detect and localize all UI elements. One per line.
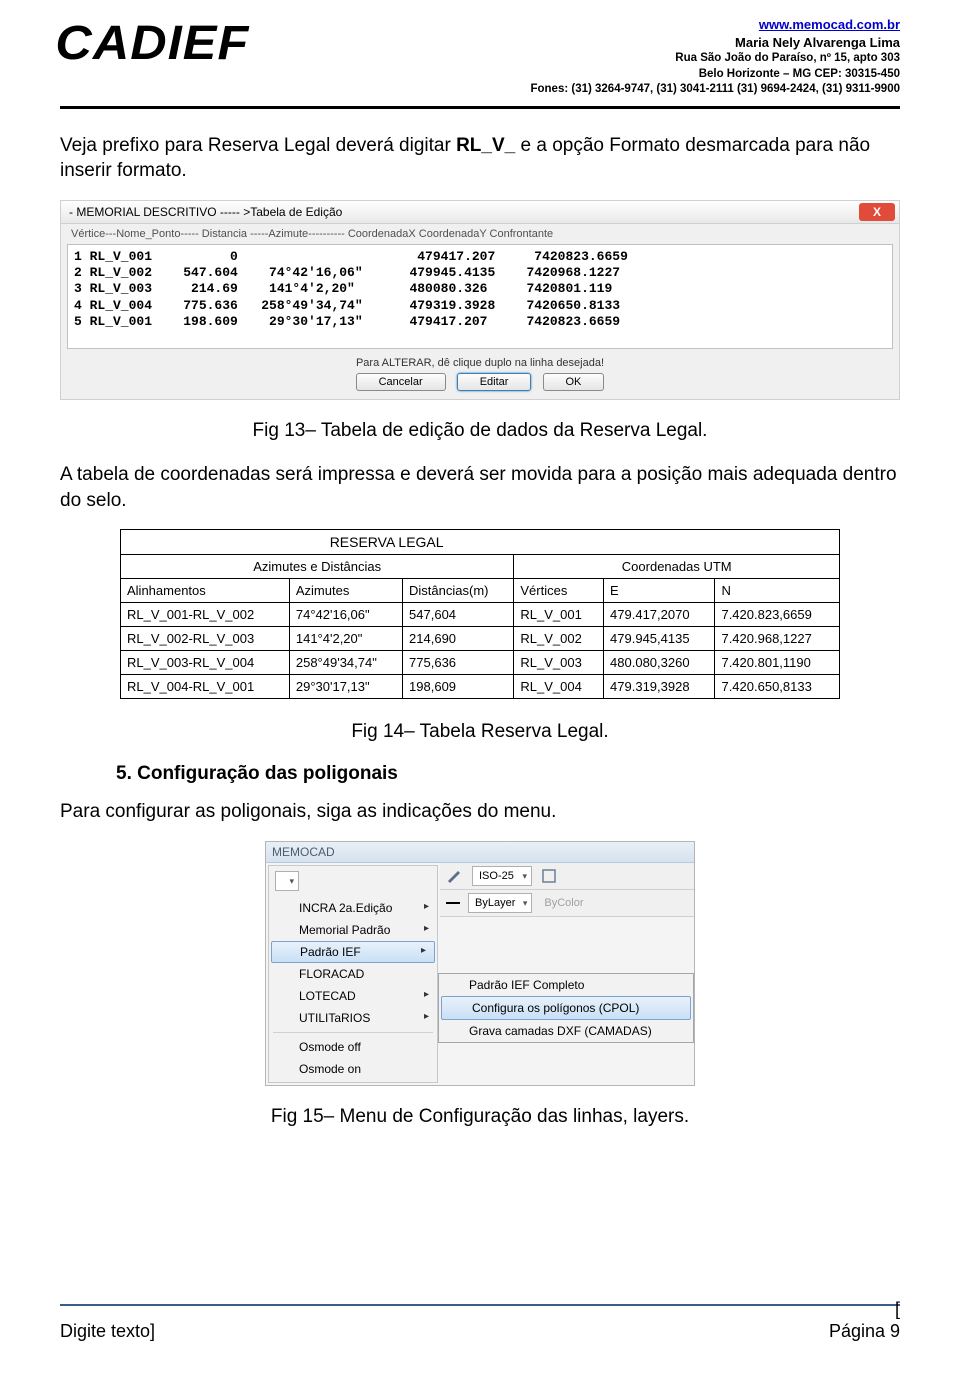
tool-icon[interactable] bbox=[540, 867, 558, 885]
submenu-item-completo[interactable]: Padrão IEF Completo bbox=[439, 974, 693, 996]
table-row: RL_V_001-RL_V_00274°42'16,06"547,604RL_V… bbox=[121, 603, 840, 627]
footer-right: Página 9 bbox=[829, 1321, 900, 1342]
rl-h1: Azimutes e Distâncias bbox=[121, 555, 514, 579]
submenu-padrao-ief: Padrão IEF Completo Configura os polígon… bbox=[438, 973, 694, 1043]
main-menu: INCRA 2a.Edição Memorial Padrão Padrão I… bbox=[268, 865, 438, 1083]
table-row[interactable]: 3 RL_V_003 214.69 141°4'2,20" 480080.326… bbox=[74, 281, 612, 296]
toolbar-dropdown[interactable] bbox=[275, 871, 299, 891]
dialog-column-header: Vértice---Nome_Ponto----- Distancia ----… bbox=[61, 224, 899, 244]
footer-bracket: [ bbox=[895, 1299, 900, 1320]
page-header: CADIEF www.memocad.com.br Maria Nely Alv… bbox=[60, 16, 900, 109]
dialog-data-rows[interactable]: 1 RL_V_001 0 479417.207 7420823.6659 2 R… bbox=[67, 244, 893, 349]
tool-icon[interactable] bbox=[446, 867, 464, 885]
menu-item-lotecad[interactable]: LOTECAD bbox=[269, 985, 437, 1007]
logo: CADIEF bbox=[55, 16, 249, 71]
contact-addr1: Rua São João do Paraíso, nº 15, apto 303 bbox=[530, 51, 900, 67]
table-row: RL_V_004-RL_V_00129°30'17,13"198,609RL_V… bbox=[121, 675, 840, 699]
contact-addr2: Belo Horizonte – MG CEP: 30315-450 bbox=[530, 67, 900, 83]
bylayer-dropdown[interactable]: ByLayer bbox=[468, 893, 532, 913]
rl-title: RESERVA LEGAL bbox=[121, 530, 840, 555]
menu-app-name[interactable]: MEMOCAD bbox=[266, 842, 694, 863]
contact-name: Maria Nely Alvarenga Lima bbox=[530, 34, 900, 52]
menu-item-memorial[interactable]: Memorial Padrão bbox=[269, 919, 437, 941]
menu-item-osmode-on[interactable]: Osmode on bbox=[269, 1058, 437, 1080]
line-icon bbox=[446, 902, 460, 904]
prefix-bold: RL_V_ bbox=[456, 135, 515, 156]
menu-item-incra[interactable]: INCRA 2a.Edição bbox=[269, 897, 437, 919]
col-head: N bbox=[715, 579, 840, 603]
fig14-caption: Fig 14– Tabela Reserva Legal. bbox=[60, 721, 900, 743]
text: Veja prefixo para Reserva Legal deverá d… bbox=[60, 135, 456, 156]
menu-separator bbox=[273, 1032, 433, 1033]
ok-button[interactable]: OK bbox=[543, 373, 605, 391]
paragraph-1: Veja prefixo para Reserva Legal deverá d… bbox=[60, 133, 900, 184]
website-link[interactable]: www.memocad.com.br bbox=[759, 17, 900, 32]
table-row: RL_V_002-RL_V_003141°4'2,20"214,690RL_V_… bbox=[121, 627, 840, 651]
dialog-title-text: - MEMORIAL DESCRITIVO ----- >Tabela de E… bbox=[69, 205, 342, 219]
edit-table-dialog: - MEMORIAL DESCRITIVO ----- >Tabela de E… bbox=[60, 200, 900, 400]
col-head: Alinhamentos bbox=[121, 579, 290, 603]
table-row[interactable]: 1 RL_V_001 0 479417.207 7420823.6659 bbox=[74, 249, 628, 264]
fig13-caption: Fig 13– Tabela de edição de dados da Res… bbox=[60, 420, 900, 442]
menu-item-floracad[interactable]: FLORACAD bbox=[269, 963, 437, 985]
submenu-item-camadas[interactable]: Grava camadas DXF (CAMADAS) bbox=[439, 1020, 693, 1042]
footer-left: Digite texto] bbox=[60, 1321, 155, 1342]
dialog-hint: Para ALTERAR, dê clique duplo na linha d… bbox=[61, 349, 899, 373]
footer-rule bbox=[60, 1304, 900, 1306]
table-row[interactable]: 4 RL_V_004 775.636 258°49'34,74" 479319.… bbox=[74, 298, 620, 313]
table-row[interactable]: 2 RL_V_002 547.604 74°42'16,06" 479945.4… bbox=[74, 265, 620, 280]
col-head: Distâncias(m) bbox=[403, 579, 514, 603]
rl-h2: Coordenadas UTM bbox=[514, 555, 840, 579]
section-5-heading: 5. Configuração das poligonais bbox=[116, 763, 900, 785]
contact-phones: Fones: (31) 3264-9747, (31) 3041-2111 (3… bbox=[530, 82, 900, 98]
table-row: RL_V_003-RL_V_004258°49'34,74"775,636RL_… bbox=[121, 651, 840, 675]
col-head: Azimutes bbox=[289, 579, 402, 603]
page-footer: [ Digite texto] Página 9 bbox=[60, 1321, 900, 1342]
dialog-button-row: Cancelar Editar OK bbox=[61, 373, 899, 399]
fig15-caption: Fig 15– Menu de Configuração das linhas,… bbox=[60, 1106, 900, 1128]
menu-item-padrao-ief[interactable]: Padrão IEF bbox=[271, 941, 435, 963]
toolbar-row-1: ISO-25 bbox=[440, 863, 694, 890]
submenu-item-cpol[interactable]: Configura os polígonos (CPOL) bbox=[441, 996, 691, 1020]
col-head: Vértices bbox=[514, 579, 604, 603]
reserva-legal-table: RESERVA LEGAL Azimutes e Distâncias Coor… bbox=[120, 529, 840, 699]
close-icon[interactable]: X bbox=[859, 203, 895, 221]
menu-screenshot: MEMOCAD INCRA 2a.Edição Memorial Padrão … bbox=[265, 841, 695, 1086]
paragraph-3: Para configurar as poligonais, siga as i… bbox=[60, 799, 900, 825]
paragraph-2: A tabela de coordenadas será impressa e … bbox=[60, 462, 900, 513]
dialog-titlebar: - MEMORIAL DESCRITIVO ----- >Tabela de E… bbox=[61, 201, 899, 224]
bycolor-label: ByColor bbox=[540, 897, 583, 909]
iso-dropdown[interactable]: ISO-25 bbox=[472, 866, 532, 886]
contact-block: www.memocad.com.br Maria Nely Alvarenga … bbox=[530, 16, 900, 98]
col-head: E bbox=[604, 579, 715, 603]
edit-button[interactable]: Editar bbox=[457, 373, 532, 391]
cancel-button[interactable]: Cancelar bbox=[356, 373, 446, 391]
table-row[interactable]: 5 RL_V_001 198.609 29°30'17,13" 479417.2… bbox=[74, 314, 620, 329]
toolbar-row-2: ByLayer ByColor bbox=[440, 890, 694, 917]
menu-item-osmode-off[interactable]: Osmode off bbox=[269, 1036, 437, 1058]
menu-item-utilitarios[interactable]: UTILITaRIOS bbox=[269, 1007, 437, 1029]
